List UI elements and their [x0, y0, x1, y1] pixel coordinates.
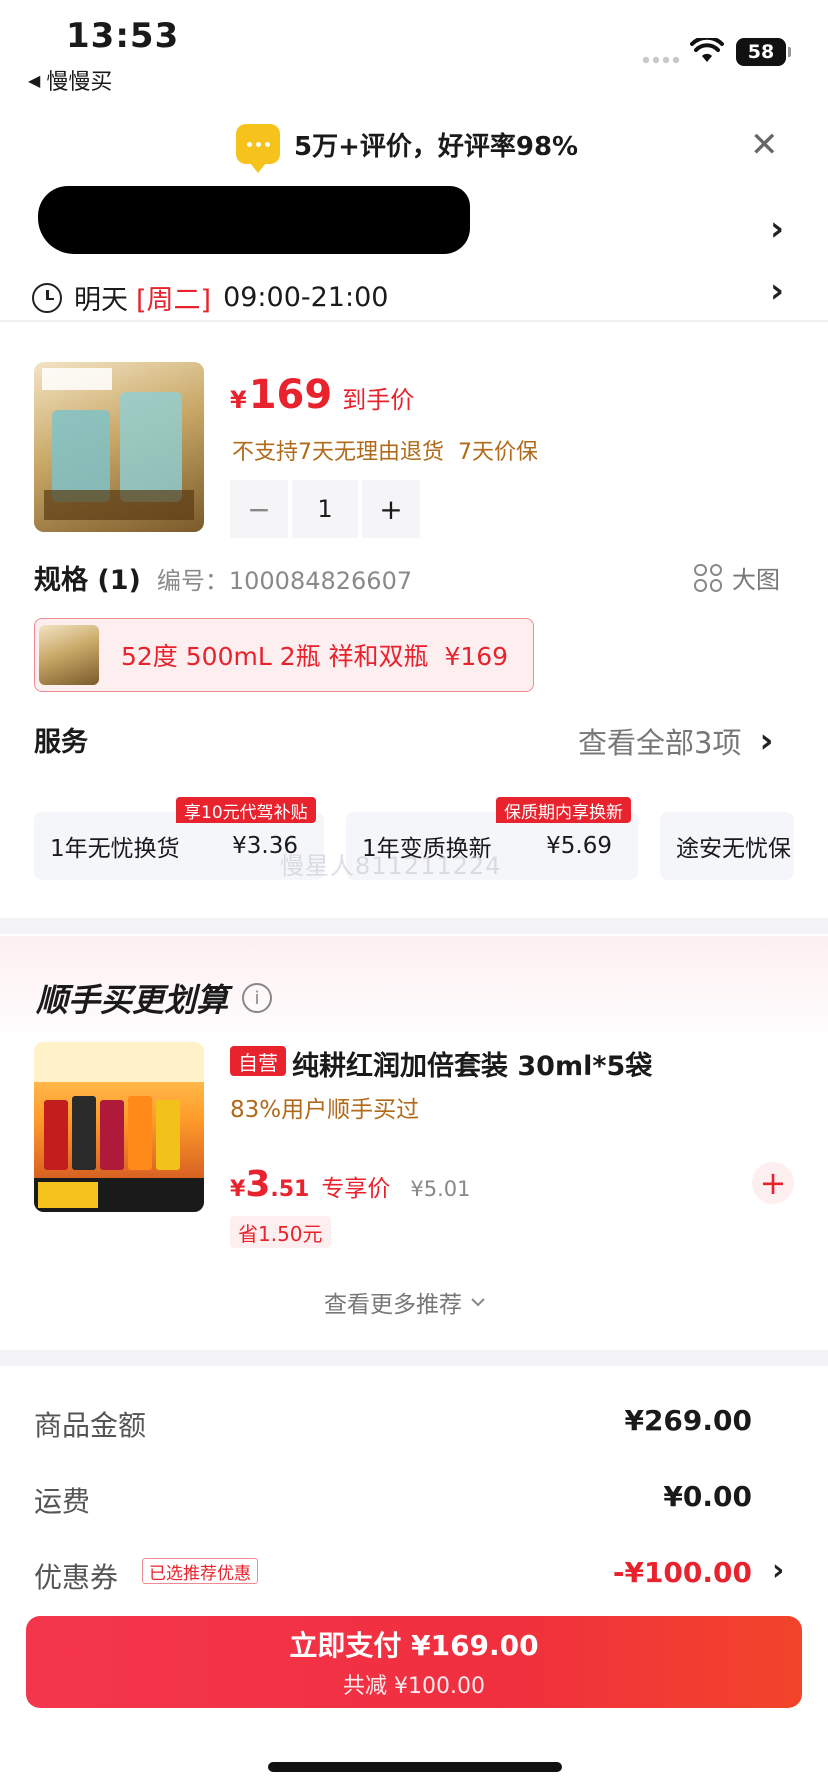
- spec-row: 规格 (1) 编号：100084826607: [34, 558, 412, 597]
- recommend-title-text: 顺手买更划算: [36, 981, 229, 1019]
- service-view-all-label: 查看全部3项: [578, 726, 742, 760]
- back-to-app-button[interactable]: ◀ 慢慢买: [28, 64, 112, 96]
- spec-option-label: 52度 500mL 2瓶 祥和双瓶 ¥169: [121, 642, 509, 671]
- more-recommend-button[interactable]: 查看更多推荐: [324, 1285, 486, 1319]
- spec-title: 规格 (1): [34, 565, 141, 596]
- delivery-time-row[interactable]: 明天 [周二] 09:00-21:00: [32, 278, 388, 317]
- recommend-old-price: ¥5.01: [410, 1177, 471, 1201]
- product-bottles-graphic: [42, 368, 194, 520]
- goods-amount-label: 商品金额: [34, 1409, 147, 1442]
- grid-icon: [694, 563, 722, 592]
- battery-indicator: 58: [736, 38, 791, 66]
- more-recommend-label: 查看更多推荐: [324, 1292, 462, 1318]
- service-card[interactable]: 途安无忧保: [660, 812, 794, 880]
- status-time: 13:53: [66, 16, 180, 56]
- service-title: 服务: [34, 727, 88, 758]
- chevron-down-icon: [471, 1298, 485, 1307]
- back-triangle-icon: ◀: [28, 70, 41, 90]
- info-icon[interactable]: i: [242, 983, 273, 1013]
- review-text: 5万+评价，好评率98%: [294, 131, 579, 162]
- section-divider: [0, 1350, 828, 1366]
- big-image-label: 大图: [732, 566, 780, 594]
- watermark-text: 慢星人811211224: [280, 852, 502, 880]
- product-image[interactable]: [34, 362, 204, 532]
- service-name: 途安无忧保: [676, 836, 791, 862]
- service-view-all[interactable]: 查看全部3项 ›: [578, 720, 773, 762]
- chevron-right-icon: ›: [759, 721, 774, 761]
- delivery-window: 09:00-21:00: [223, 282, 389, 313]
- coupon-value[interactable]: -¥100.00: [613, 1556, 752, 1589]
- pay-discount-label: 共减 ¥100.00: [343, 1674, 485, 1699]
- service-tag: 保质期内享换新: [496, 797, 631, 823]
- review-banner: 5万+评价，好评率98%: [236, 124, 579, 173]
- pay-now-button[interactable]: 立即支付 ¥169.00 共减 ¥100.00: [26, 1616, 802, 1708]
- price-label: 到手价: [342, 386, 415, 414]
- quantity-stepper: − 1 +: [230, 480, 420, 538]
- section-divider: [0, 918, 828, 934]
- add-to-order-button[interactable]: +: [752, 1162, 794, 1204]
- coupon-label: 优惠券: [34, 1561, 119, 1594]
- recommend-bought-rate: 83%用户顺手买过: [230, 1097, 420, 1123]
- divider: [0, 320, 828, 322]
- close-icon[interactable]: ✕: [750, 128, 779, 162]
- spec-option-selected[interactable]: 52度 500mL 2瓶 祥和双瓶 ¥169: [34, 618, 534, 692]
- quantity-value[interactable]: 1: [292, 480, 358, 538]
- return-policy-text: 不支持7天无理由退货 7天价保: [232, 440, 538, 465]
- product-price: 169: [248, 372, 333, 418]
- spec-thumbnail: [39, 625, 99, 685]
- price-symbol: ¥: [230, 386, 247, 414]
- coupon-chevron-icon[interactable]: ›: [772, 1556, 784, 1586]
- shipping-label: 运费: [34, 1485, 91, 1518]
- product-price-row: ¥ 169 到手价: [230, 372, 414, 418]
- recommend-bags-graphic: [34, 1042, 204, 1212]
- spec-code: 编号：100084826607: [156, 567, 413, 595]
- back-app-label: 慢慢买: [46, 70, 113, 95]
- service-price: ¥5.69: [546, 833, 612, 859]
- chat-bubble-icon: [236, 124, 280, 173]
- delivery-weekday: [周二]: [136, 285, 212, 316]
- service-tag: 享10元代驾补贴: [176, 797, 316, 823]
- shipping-value: ¥0.00: [663, 1480, 752, 1513]
- address-chevron-icon[interactable]: ›: [770, 212, 784, 246]
- recommend-price-symbol: ¥: [230, 1177, 246, 1202]
- goods-amount-value: ¥269.00: [624, 1404, 752, 1437]
- recommend-product-name[interactable]: 纯耕红润加倍套装 30ml*5袋: [292, 1044, 652, 1083]
- delivery-day: 明天: [74, 285, 128, 316]
- recommend-product-image[interactable]: [34, 1042, 204, 1212]
- self-operated-badge: 自营: [230, 1046, 286, 1076]
- home-indicator[interactable]: [268, 1762, 562, 1772]
- increase-button[interactable]: +: [362, 480, 420, 538]
- recommend-price-int: 3: [245, 1164, 271, 1205]
- address-redacted: [38, 186, 470, 254]
- recommend-title: 顺手买更划算 i: [36, 975, 273, 1021]
- recommend-price-dec: .51: [270, 1177, 310, 1202]
- coupon-selected-tag: 已选推荐优惠: [142, 1558, 258, 1584]
- wifi-icon: [690, 38, 724, 62]
- pay-now-label: 立即支付 ¥169.00: [289, 1629, 539, 1662]
- big-image-button[interactable]: 大图: [694, 560, 780, 595]
- service-name: 1年无忧换货: [50, 836, 180, 862]
- recommend-price-label: 专享价: [321, 1176, 391, 1202]
- recommend-price-row: ¥ 3 .51 专享价 ¥5.01: [230, 1164, 470, 1205]
- delivery-chevron-icon[interactable]: ›: [770, 274, 784, 308]
- clock-icon: [32, 282, 62, 313]
- save-amount-tag: 省1.50元: [230, 1216, 331, 1248]
- signal-dots-icon: [642, 56, 680, 64]
- decrease-button[interactable]: −: [230, 480, 288, 538]
